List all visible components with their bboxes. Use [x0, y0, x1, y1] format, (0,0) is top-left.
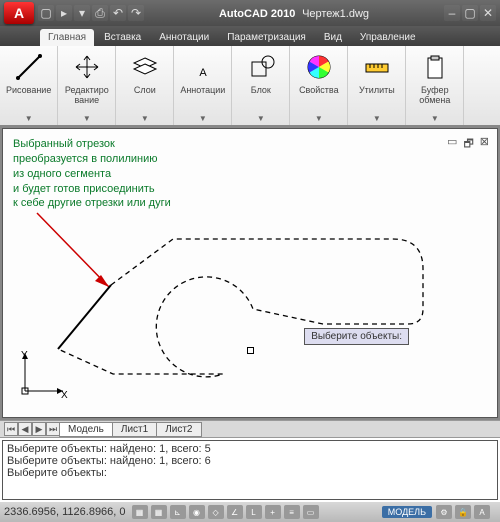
clipboard-icon — [418, 50, 452, 84]
color-wheel-icon — [302, 50, 336, 84]
drawing-canvas[interactable]: ▭ 🗗 ⊠ Выбранный отрезок преобразуется в … — [2, 128, 498, 418]
text-icon: A — [186, 50, 220, 84]
measure-icon — [360, 50, 394, 84]
maximize-icon[interactable]: ▢ — [462, 5, 478, 21]
layers-icon — [128, 50, 162, 84]
chevron-down-icon[interactable]: ▼ — [373, 114, 381, 123]
panel-annotation[interactable]: A Аннотации ▼ — [174, 46, 232, 125]
command-window[interactable]: Выберите объекты: найдено: 1, всего: 5 В… — [2, 440, 498, 500]
dyn-toggle[interactable]: + — [265, 505, 281, 519]
status-right: ⚙ 🔒 A — [436, 505, 490, 519]
layout-tabs: ⏮ ◀ ▶ ⏭ Модель Лист1 Лист2 — [0, 420, 500, 438]
quick-access-toolbar: ▢ ▸ ▾ ⎙ ↶ ↷ — [38, 5, 144, 21]
lwt-toggle[interactable]: ≡ — [284, 505, 300, 519]
status-toggles: ▦ ▦ ⊾ ◉ ◇ ∠ L + ≡ ▭ — [132, 505, 319, 519]
panel-properties[interactable]: Свойства ▼ — [290, 46, 348, 125]
panel-clipboard[interactable]: Буфер обмена ▼ — [406, 46, 464, 125]
save-icon[interactable]: ▾ — [74, 5, 90, 21]
chevron-down-icon[interactable]: ▼ — [25, 114, 33, 123]
grid-toggle[interactable]: ▦ — [151, 505, 167, 519]
nav-next-icon[interactable]: ▶ — [32, 422, 46, 436]
axis-y-label: Y — [21, 350, 28, 361]
polar-toggle[interactable]: ◉ — [189, 505, 205, 519]
close-icon[interactable]: ✕ — [480, 5, 496, 21]
snap-toggle[interactable]: ▦ — [132, 505, 148, 519]
workspace-icon[interactable]: ⚙ — [436, 505, 452, 519]
panel-block[interactable]: Блок ▼ — [232, 46, 290, 125]
ribbon-tabs: Главная Вставка Аннотации Параметризация… — [0, 26, 500, 46]
tab-insert[interactable]: Вставка — [96, 29, 149, 46]
nav-prev-icon[interactable]: ◀ — [18, 422, 32, 436]
window-title: AutoCAD 2010 Чертеж1.dwg — [144, 6, 444, 20]
move-icon — [70, 50, 104, 84]
tab-view[interactable]: Вид — [316, 29, 350, 46]
coords-readout: 2336.6956, 1126.8966, 0 — [4, 506, 126, 518]
app-menu-button[interactable]: A — [4, 2, 34, 24]
otrack-toggle[interactable]: ∠ — [227, 505, 243, 519]
tab-annotations[interactable]: Аннотации — [151, 29, 217, 46]
qp-toggle[interactable]: ▭ — [303, 505, 319, 519]
minimize-icon[interactable]: – — [444, 5, 460, 21]
selection-prompt: Выберите объекты: — [304, 328, 409, 345]
nav-first-icon[interactable]: ⏮ — [4, 422, 18, 436]
block-icon — [244, 50, 278, 84]
chevron-down-icon[interactable]: ▼ — [199, 114, 207, 123]
axis-x-label: X — [61, 390, 68, 401]
sheet-tab-layout1[interactable]: Лист1 — [112, 422, 157, 437]
chevron-down-icon[interactable]: ▼ — [315, 114, 323, 123]
panel-edit[interactable]: Редактиро вание ▼ — [58, 46, 116, 125]
ducs-toggle[interactable]: L — [246, 505, 262, 519]
tab-main[interactable]: Главная — [40, 29, 94, 46]
pick-marker — [247, 347, 254, 354]
tab-parametric[interactable]: Параметризация — [219, 29, 314, 46]
chevron-down-icon[interactable]: ▼ — [257, 114, 265, 123]
window-controls: – ▢ ✕ — [444, 5, 496, 21]
redo-icon[interactable]: ↷ — [128, 5, 144, 21]
tab-nav: ⏮ ◀ ▶ ⏭ — [4, 422, 60, 436]
titlebar: A ▢ ▸ ▾ ⎙ ↶ ↷ AutoCAD 2010 Чертеж1.dwg –… — [0, 0, 500, 26]
print-icon[interactable]: ⎙ — [92, 5, 108, 21]
chevron-down-icon[interactable]: ▼ — [83, 114, 91, 123]
chevron-down-icon[interactable]: ▼ — [431, 114, 439, 123]
new-icon[interactable]: ▢ — [38, 5, 54, 21]
status-bar: 2336.6956, 1126.8966, 0 ▦ ▦ ⊾ ◉ ◇ ∠ L + … — [0, 502, 500, 522]
open-icon[interactable]: ▸ — [56, 5, 72, 21]
panel-draw[interactable]: Рисование ▼ — [0, 46, 58, 125]
nav-last-icon[interactable]: ⏭ — [46, 422, 60, 436]
panel-utilities[interactable]: Утилиты ▼ — [348, 46, 406, 125]
panel-layers[interactable]: Слои ▼ — [116, 46, 174, 125]
svg-text:A: A — [199, 67, 207, 79]
drawing-content — [3, 129, 493, 419]
undo-icon[interactable]: ↶ — [110, 5, 126, 21]
sheet-tab-model[interactable]: Модель — [59, 422, 113, 437]
sheet-tab-layout2[interactable]: Лист2 — [156, 422, 201, 437]
annoscale-icon[interactable]: A — [474, 505, 490, 519]
chevron-down-icon[interactable]: ▼ — [141, 114, 149, 123]
osnap-toggle[interactable]: ◇ — [208, 505, 224, 519]
ortho-toggle[interactable]: ⊾ — [170, 505, 186, 519]
model-space-button[interactable]: МОДЕЛЬ — [382, 506, 432, 518]
lock-icon[interactable]: 🔒 — [455, 505, 471, 519]
drawing-area-frame: ▭ 🗗 ⊠ Выбранный отрезок преобразуется в … — [0, 126, 500, 420]
ribbon: Рисование ▼ Редактиро вание ▼ Слои ▼ A А… — [0, 46, 500, 126]
line-icon — [12, 50, 46, 84]
tab-manage[interactable]: Управление — [352, 29, 424, 46]
